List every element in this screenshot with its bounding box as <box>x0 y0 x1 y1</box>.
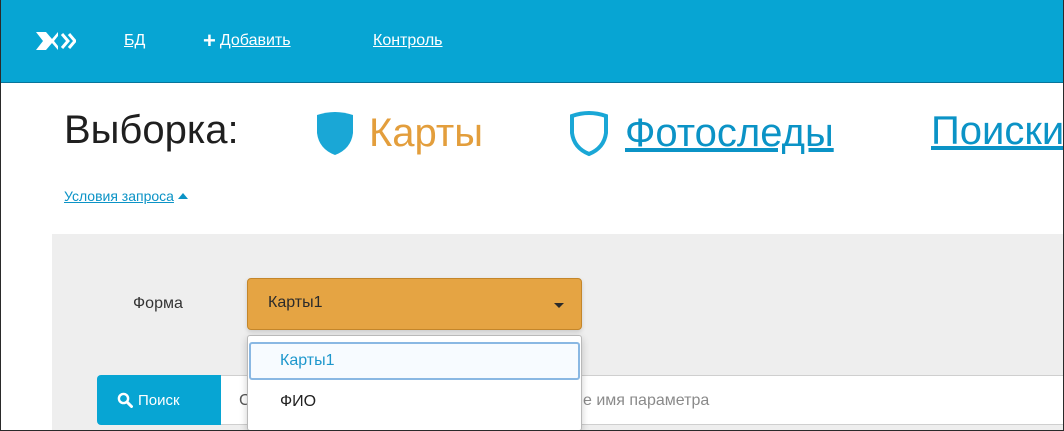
form-dropdown-menu: Карты1 ФИО <box>247 335 582 430</box>
form-select-value: Карты1 <box>268 294 323 311</box>
shield-filled-icon <box>317 112 353 155</box>
caret-up-icon <box>177 193 188 199</box>
selection-cards[interactable]: Карты <box>313 109 483 157</box>
shield-logo-icon[interactable] <box>34 30 76 52</box>
page-title: Выборка: <box>64 108 239 152</box>
top-navbar: БД + Добавить Контроль <box>1 0 1063 83</box>
plus-icon: + <box>203 28 216 53</box>
search-button[interactable]: Поиск <box>97 375 221 425</box>
nav-link-add[interactable]: + Добавить <box>203 28 291 53</box>
nav-link-control[interactable]: Контроль <box>373 32 443 50</box>
query-conditions-label: Условия запроса <box>64 188 174 204</box>
shield-outline-icon <box>570 111 608 157</box>
selection-cards-label: Карты <box>369 110 483 155</box>
form-select[interactable]: Карты1 <box>247 278 582 330</box>
search-icon <box>117 392 133 408</box>
form-label: Форма <box>133 295 183 312</box>
search-input-placeholder: е имя параметра <box>583 392 710 409</box>
nav-link-add-label: Добавить <box>219 32 291 49</box>
selection-photo-traces-label: Фотоследы <box>625 110 834 155</box>
app-frame: БД + Добавить Контроль Выборка: Карты Фо… <box>0 0 1064 431</box>
chevron-down-icon <box>554 303 564 308</box>
selection-searches[interactable]: Поиски <box>931 109 1063 154</box>
selection-photo-traces[interactable]: Фотоследы <box>567 109 834 157</box>
dropdown-option[interactable]: Карты1 <box>249 342 580 380</box>
nav-link-bd[interactable]: БД <box>124 32 145 50</box>
query-conditions-toggle[interactable]: Условия запроса <box>64 188 188 204</box>
search-button-label: Поиск <box>138 391 180 409</box>
dropdown-option[interactable]: ФИО <box>249 384 580 422</box>
